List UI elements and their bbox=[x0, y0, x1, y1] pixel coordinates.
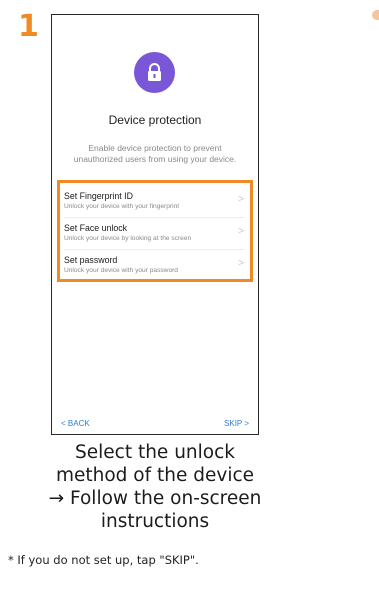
next-step-indicator bbox=[372, 10, 379, 20]
option-label: Set Face unlock bbox=[64, 223, 128, 233]
skip-button[interactable]: SKIP > bbox=[224, 419, 249, 428]
option-subtitle: Unlock your device with your password bbox=[64, 267, 178, 274]
unlock-options-highlight: Set Fingerprint ID Unlock your device wi… bbox=[57, 180, 253, 282]
screen-title: Device protection bbox=[108, 113, 202, 127]
option-face-unlock[interactable]: Set Face unlock Unlock your device by lo… bbox=[64, 218, 244, 249]
back-button[interactable]: < BACK bbox=[61, 419, 90, 428]
caption-line-4: instructions bbox=[100, 511, 210, 532]
option-subtitle: Unlock your device by looking at the scr… bbox=[64, 235, 192, 242]
chevron-right-icon: > bbox=[238, 258, 244, 269]
screen-description: Enable device protection to prevent unau… bbox=[60, 143, 250, 165]
chevron-right-icon: > bbox=[238, 194, 244, 205]
lock-badge bbox=[134, 52, 175, 93]
option-label: Set password bbox=[64, 255, 118, 265]
caption-line-3: → Follow the on-screen bbox=[48, 488, 262, 509]
caption-line-1: Select the unlock bbox=[75, 442, 235, 463]
lock-icon bbox=[148, 63, 161, 81]
chevron-right-icon: > bbox=[238, 226, 244, 237]
step-number: 1 bbox=[18, 9, 39, 44]
caption-line-2: method of the device bbox=[55, 465, 255, 486]
description-line-2: unauthorized users from using your devic… bbox=[73, 154, 237, 164]
option-label: Set Fingerprint ID bbox=[64, 191, 133, 201]
option-subtitle: Unlock your device with your fingerprint bbox=[64, 203, 180, 210]
phone-screen: Device protection Enable device protecti… bbox=[51, 14, 259, 435]
option-fingerprint[interactable]: Set Fingerprint ID Unlock your device wi… bbox=[64, 186, 244, 217]
footnote: * If you do not set up, tap "SKIP". bbox=[8, 553, 199, 567]
description-line-1: Enable device protection to prevent bbox=[88, 143, 222, 153]
option-password[interactable]: Set password Unlock your device with you… bbox=[64, 250, 244, 281]
